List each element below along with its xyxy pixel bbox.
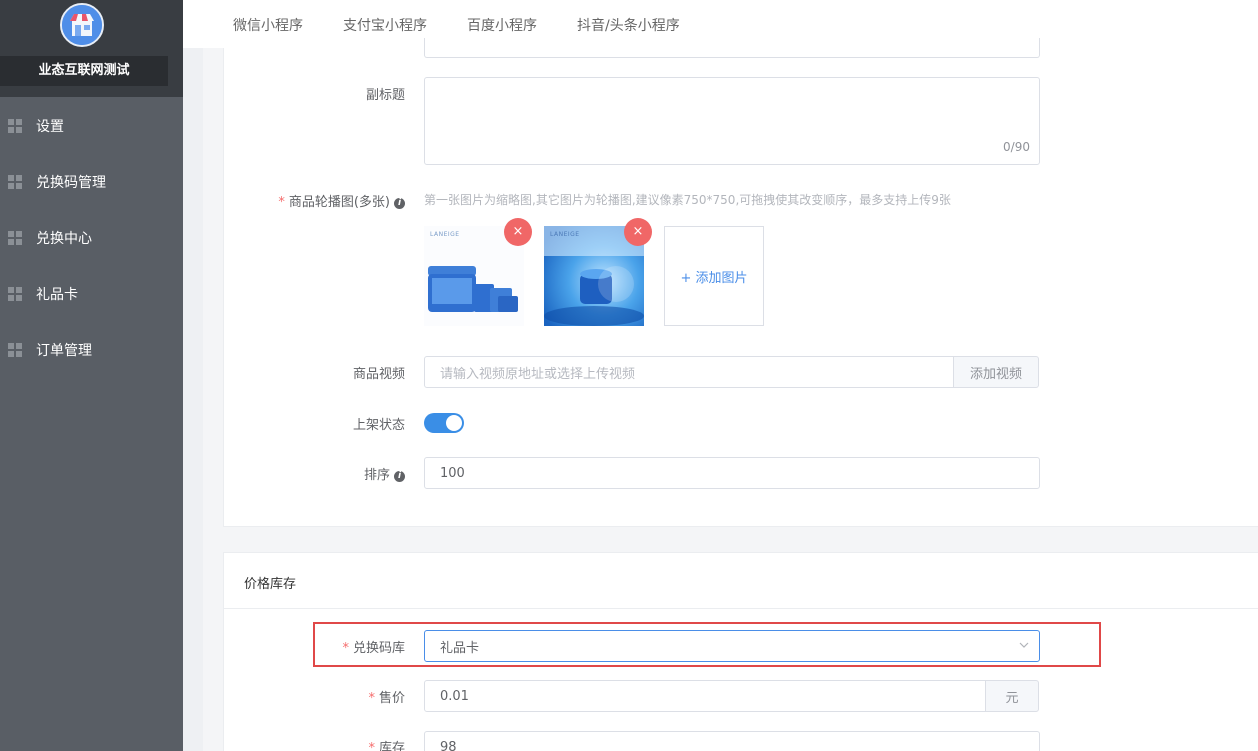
store-logo-icon [60, 3, 104, 47]
code-lib-value: 礼品卡 [440, 640, 480, 656]
chevron-down-icon [1019, 642, 1029, 648]
sort-input[interactable]: 100 [424, 457, 1040, 489]
carousel-hint: 第一张图片为缩略图,其它图片为轮播图,建议像素750*750,可拖拽使其改变顺序… [424, 193, 951, 207]
sidebar-item-label: 兑换码管理 [36, 175, 106, 191]
sidebar-item-code-management[interactable]: 兑换码管理 [0, 154, 183, 210]
video-url-input[interactable]: 请输入视频原地址或选择上传视频 [424, 356, 954, 388]
carousel-label-text: 商品轮播图(多张) [288, 195, 390, 210]
price-label-text: 售价 [378, 691, 405, 706]
price-value: 0.01 [440, 688, 469, 704]
toggle-knob [446, 415, 462, 431]
price-label: * 售价 [304, 687, 405, 706]
sidebar-item-gift-card[interactable]: 礼品卡 [0, 266, 183, 322]
code-lib-label-text: 兑换码库 [352, 641, 405, 656]
stock-value: 98 [440, 739, 457, 751]
remove-image-2-button[interactable]: × [624, 218, 652, 246]
grid-icon [8, 287, 22, 301]
status-toggle[interactable] [424, 413, 464, 433]
price-unit: 元 [985, 680, 1039, 712]
video-url-placeholder: 请输入视频原地址或选择上传视频 [440, 366, 636, 382]
subtitle-textarea[interactable]: 0/90 [424, 77, 1040, 165]
char-count: 0/90 [1003, 140, 1030, 154]
subtitle-label: 副标题 [365, 88, 405, 103]
sort-label-text: 排序 [363, 468, 390, 483]
basic-info-card: 副标题 0/90 * 商品轮播图(多张) i 第一张图片为缩略图,其它图片为轮播图,… [223, 38, 1258, 527]
sidebar: 业态互联网测试 设置 兑换码管理 兑换中心 礼品卡 订单管理 [0, 0, 183, 751]
section-divider [224, 608, 1258, 609]
required-mark: * [368, 741, 375, 751]
tab-alipay[interactable]: 支付宝小程序 [343, 15, 427, 35]
grid-icon [8, 231, 22, 245]
video-label: 商品视频 [352, 367, 405, 382]
title-input[interactable] [424, 38, 1040, 58]
price-stock-card: 价格库存 * 兑换码库 礼品卡 * 售价 0.01 元 * 库存 98 [223, 552, 1258, 751]
grid-icon [8, 175, 22, 189]
tab-douyin[interactable]: 抖音/头条小程序 [577, 15, 680, 35]
tab-wechat[interactable]: 微信小程序 [233, 15, 303, 35]
brand-name: 业态互联网测试 [0, 56, 168, 86]
sidebar-item-settings[interactable]: 设置 [0, 98, 183, 154]
required-mark: * [342, 641, 349, 656]
sidebar-item-orders[interactable]: 订单管理 [0, 322, 183, 378]
sidebar-item-label: 设置 [36, 119, 64, 135]
code-lib-select[interactable]: 礼品卡 [424, 630, 1040, 662]
add-image-button[interactable]: + 添加图片 [664, 226, 764, 326]
stock-label-text: 库存 [378, 741, 405, 751]
stock-label: * 库存 [304, 737, 405, 751]
price-input[interactable]: 0.01 [424, 680, 986, 712]
sidebar-item-label: 兑换中心 [36, 231, 92, 247]
main-content: 副标题 0/90 * 商品轮播图(多张) i 第一张图片为缩略图,其它图片为轮播图,… [183, 38, 1258, 751]
sidebar-item-exchange-center[interactable]: 兑换中心 [0, 210, 183, 266]
image-brand-text: LANEIGE [430, 231, 460, 238]
sidebar-item-label: 订单管理 [36, 343, 92, 359]
sort-label: 排序 i [304, 464, 405, 483]
remove-image-1-button[interactable]: × [504, 218, 532, 246]
add-video-button[interactable]: 添加视频 [953, 356, 1039, 388]
sidebar-item-label: 礼品卡 [36, 287, 78, 303]
sort-value: 100 [440, 465, 465, 481]
status-label: 上架状态 [352, 418, 405, 433]
sidebar-header: 业态互联网测试 [0, 0, 183, 97]
scroll-gutter [183, 48, 203, 751]
required-mark: * [278, 195, 285, 210]
stock-input[interactable]: 98 [424, 731, 1040, 751]
grid-icon [8, 119, 22, 133]
section-title: 价格库存 [244, 577, 297, 592]
info-icon[interactable]: i [394, 471, 405, 482]
carousel-label: * 商品轮播图(多张) i [224, 191, 405, 210]
image-brand-text: LANEIGE [550, 231, 580, 238]
info-icon[interactable]: i [394, 198, 405, 209]
tab-baidu[interactable]: 百度小程序 [467, 15, 537, 35]
code-lib-label: * 兑换码库 [304, 637, 405, 656]
required-mark: * [368, 691, 375, 706]
grid-icon [8, 343, 22, 357]
